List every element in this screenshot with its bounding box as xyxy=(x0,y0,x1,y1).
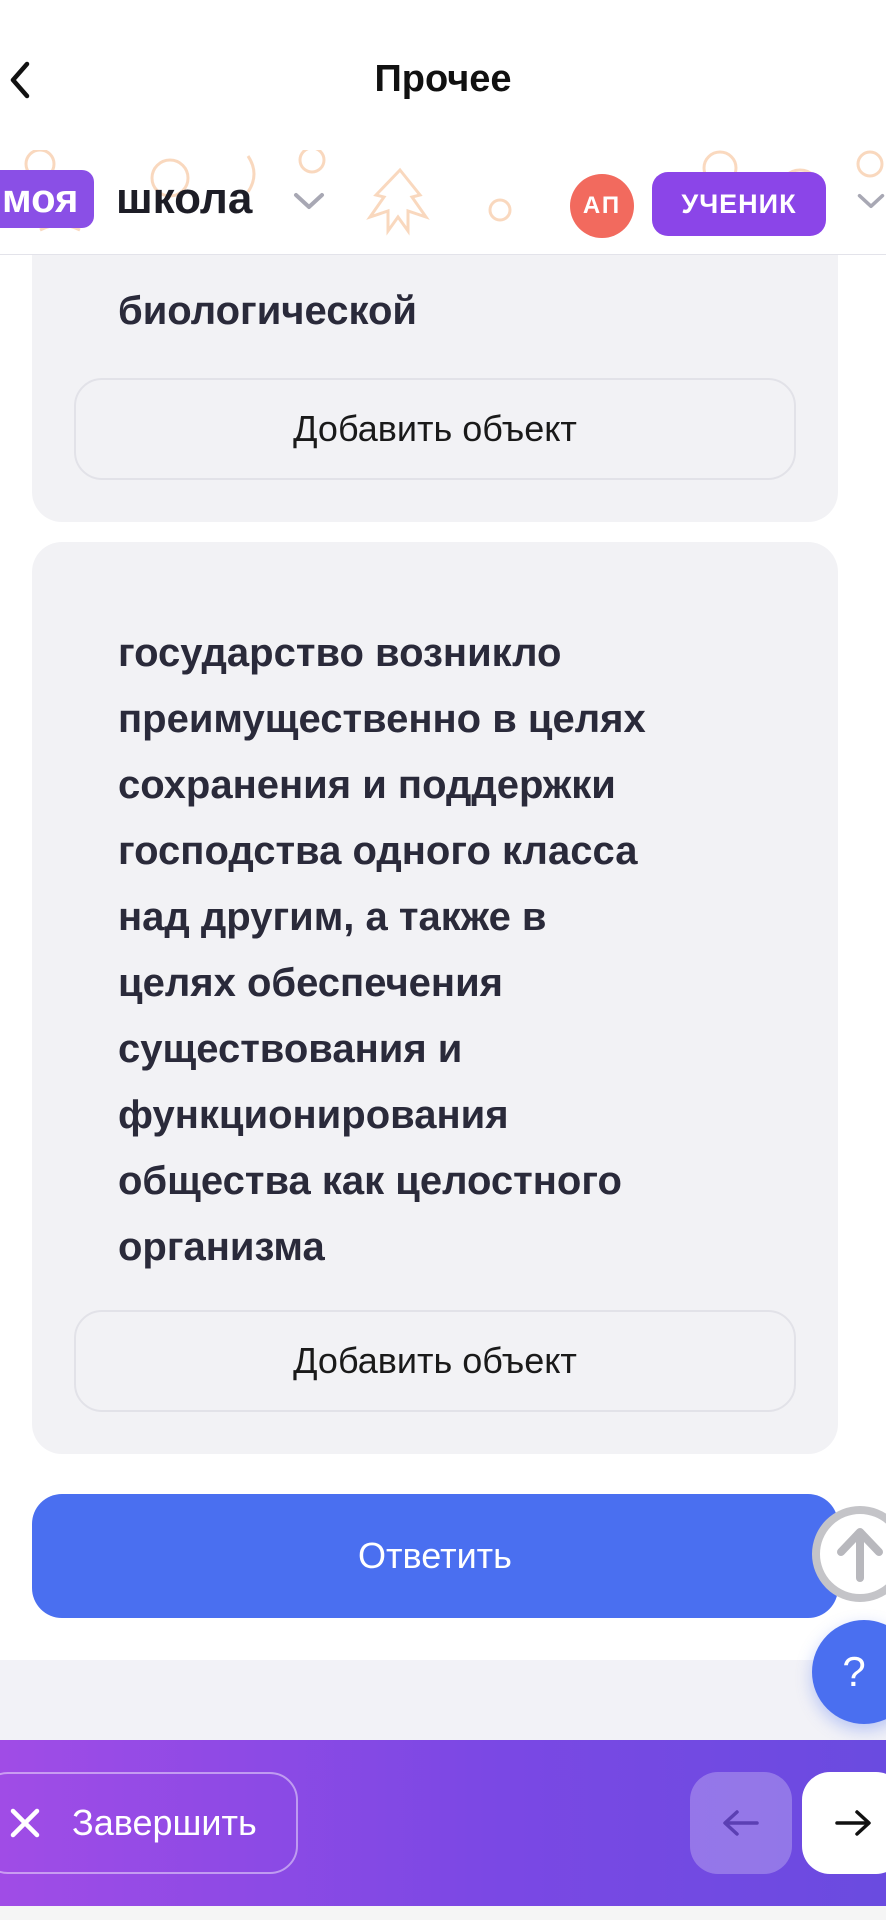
chevron-down-icon[interactable] xyxy=(292,190,326,212)
close-icon xyxy=(8,1806,42,1840)
answer-card: государство возникло преимущественно в ц… xyxy=(32,542,838,1454)
finish-label: Завершить xyxy=(72,1802,257,1843)
page-title: Прочее xyxy=(374,58,512,100)
top-bar: Прочее xyxy=(0,0,886,150)
card-text-line: государство возникло xyxy=(118,631,562,675)
card-text-line: целях обеспечения xyxy=(118,961,504,1005)
role-badge[interactable]: УЧЕНИК xyxy=(652,172,826,236)
logo-text[interactable]: школа xyxy=(116,170,252,228)
next-button[interactable] xyxy=(802,1772,886,1874)
card-text: биологической xyxy=(118,289,418,333)
card-text-line: организма xyxy=(118,1225,325,1269)
answer-button[interactable]: Ответить xyxy=(32,1494,838,1618)
section-divider xyxy=(0,1660,886,1740)
card-text-line: над другим, а также в xyxy=(118,895,547,939)
finish-button[interactable]: Завершить xyxy=(0,1772,298,1874)
add-object-button[interactable]: Добавить объект xyxy=(74,1310,796,1412)
arrow-right-icon xyxy=(835,1810,871,1836)
logo-badge[interactable]: моя xyxy=(0,170,95,228)
card-text-line: существования и xyxy=(118,1027,463,1071)
arrow-up-icon xyxy=(837,1528,883,1582)
card-text: государство возникло преимущественно в ц… xyxy=(118,620,778,1280)
arrow-left-icon xyxy=(723,1810,759,1836)
home-indicator xyxy=(0,1906,886,1920)
card-text-line: господства одного класса xyxy=(118,829,638,873)
card-text-line: функционирования xyxy=(118,1093,509,1137)
card-text-line: преимущественно в целях xyxy=(118,697,646,741)
add-object-button[interactable]: Добавить объект xyxy=(74,378,796,480)
avatar[interactable]: АП xyxy=(570,174,634,238)
card-text-line: сохранения и поддержки xyxy=(118,763,616,807)
screen: Прочее биологической Добавить объект моя… xyxy=(0,0,886,1920)
card-text-line: общества как целостного xyxy=(118,1159,622,1203)
bottom-bar: Завершить xyxy=(0,1740,886,1920)
chevron-down-icon[interactable] xyxy=(856,190,886,212)
previous-button[interactable] xyxy=(690,1772,792,1874)
school-header: моя школа АП УЧЕНИК xyxy=(0,150,886,255)
